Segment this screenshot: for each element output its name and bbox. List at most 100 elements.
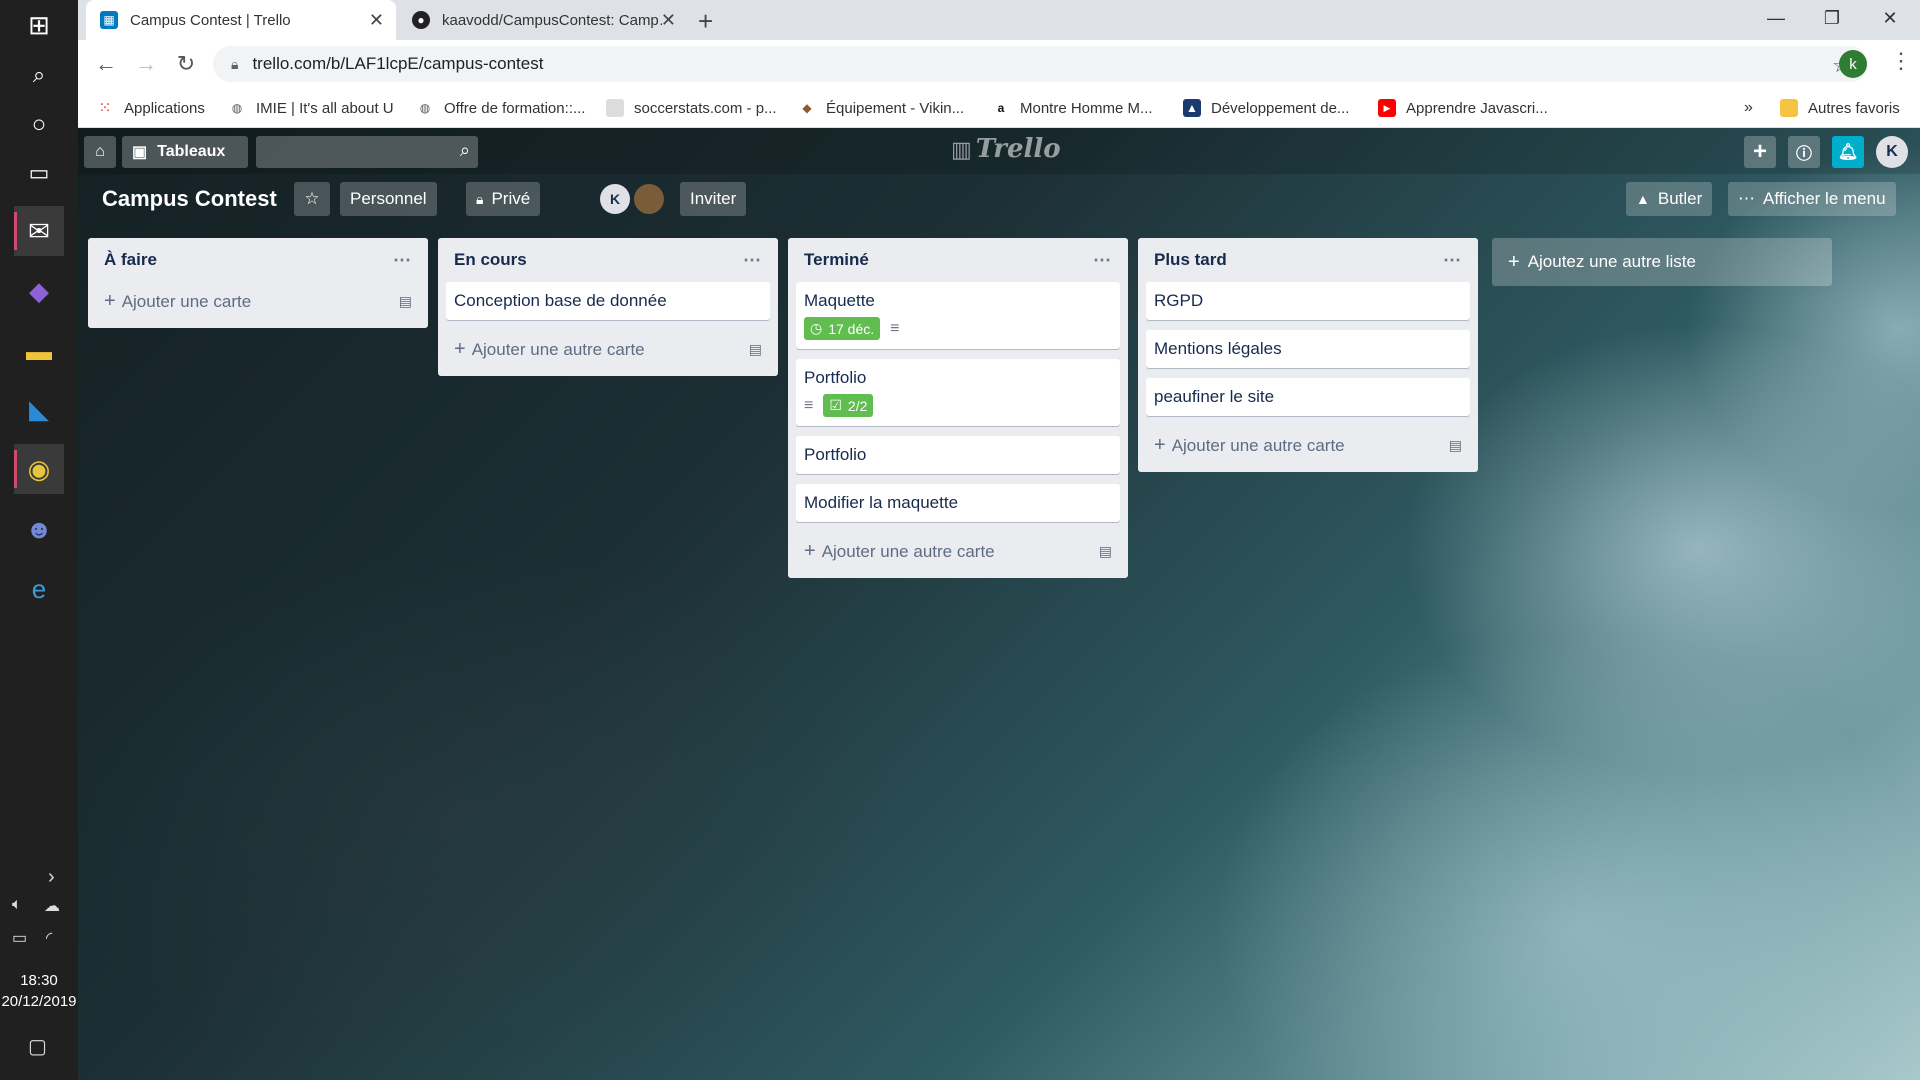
add-card-button[interactable]: + Ajouter une autre carte ▤ [446,330,770,368]
profile-avatar[interactable]: k [1839,50,1867,78]
close-window-icon[interactable]: ✕ [1862,0,1918,36]
board-title[interactable]: Campus Contest [102,186,277,212]
card-template-icon[interactable]: ▤ [399,293,412,310]
list-title[interactable]: Plus tard [1154,250,1227,270]
card[interactable]: peaufiner le site [1146,378,1470,416]
visual-studio-icon[interactable]: ◆ [14,266,64,316]
plus-icon: + [1508,250,1520,273]
chrome-icon[interactable]: ◉ [14,444,64,494]
create-plus-icon[interactable]: + [1744,136,1776,168]
add-card-button[interactable]: + Ajouter une autre carte ▤ [1146,426,1470,464]
add-card-button[interactable]: + Ajouter une carte ▤ [96,282,420,320]
card[interactable]: Conception base de donnée [446,282,770,320]
address-bar[interactable]: 🔒︎ trello.com/b/LAF1lcpE/campus-contest … [213,46,1868,82]
tab-github[interactable]: ● kaavodd/CampusContest: Camp… ✕ [398,0,688,40]
bookmark-montre-homme[interactable]: a Montre Homme M... [992,88,1153,128]
card-template-icon[interactable]: ▤ [749,341,762,358]
minimize-icon[interactable]: — [1748,0,1804,36]
battery-icon[interactable]: ▭ [12,928,27,948]
discord-icon[interactable]: ☻ [14,504,64,554]
user-avatar[interactable]: K [1876,136,1908,168]
card[interactable]: Maquette ◷ 17 déc. ≡ [796,282,1120,349]
list-menu-icon[interactable]: ⋯ [1443,250,1462,271]
boards-button[interactable]: ▣ Tableaux [122,136,248,168]
card[interactable]: Portfolio [796,436,1120,474]
edge-icon[interactable]: e [14,564,64,614]
add-card-button[interactable]: + Ajouter une autre carte ▤ [796,532,1120,570]
trello-logo[interactable]: ▥ Trello [951,134,1061,164]
chrome-menu-icon[interactable]: ⋮ [1890,48,1912,74]
card[interactable]: Modifier la maquette [796,484,1120,522]
info-icon[interactable]: ⓘ [1788,136,1820,168]
onedrive-icon[interactable]: ☁ [44,896,60,916]
list-header[interactable]: Terminé ⋯ [796,238,1120,282]
list-menu-icon[interactable]: ⋯ [393,250,412,271]
list-header[interactable]: Plus tard ⋯ [1146,238,1470,282]
star-board-icon[interactable]: ☆ [294,182,330,216]
task-view-icon[interactable]: ▭ [14,148,64,198]
list-menu-icon[interactable]: ⋯ [1093,250,1112,271]
bookmark-imie[interactable]: ◍ IMIE | It's all about U [228,88,394,128]
notifications-bell-icon[interactable]: 🔔︎ [1832,136,1864,168]
list-menu-icon[interactable]: ⋯ [743,250,762,271]
page-icon [606,99,624,117]
more-dots-icon: ⋯ [1738,189,1755,208]
close-tab-icon[interactable]: ✕ [661,10,676,31]
file-explorer-icon[interactable]: ▬ [14,326,64,376]
bookmark-equipement-viking[interactable]: ◆ Équipement - Vikin... [798,88,964,128]
bookmark-applications[interactable]: ⁙ Applications [96,88,205,128]
tab-trello[interactable]: ▦ Campus Contest | Trello ✕ [86,0,396,40]
list-title[interactable]: À faire [104,250,157,270]
close-tab-icon[interactable]: ✕ [369,10,384,31]
list-title[interactable]: En cours [454,250,527,270]
due-date-badge[interactable]: ◷ 17 déc. [804,317,881,340]
card-template-icon[interactable]: ▤ [1099,543,1112,560]
list-title[interactable]: Terminé [804,250,869,270]
show-hidden-icons-icon[interactable]: › [48,866,55,889]
cortana-icon[interactable]: ○ [14,100,64,150]
windows-icon[interactable]: ⊞ [14,0,64,50]
list-header[interactable]: À faire ⋯ [96,238,420,282]
board-search-input[interactable]: ⌕ [256,136,478,168]
team-personal-button[interactable]: Personnel [340,182,437,216]
card-title: Portfolio [804,445,867,464]
bookmark-apprendre-javascript[interactable]: ▶ Apprendre Javascri... [1378,88,1548,128]
card-badges: ≡ ☑ 2/2 [804,394,1112,417]
bookmark-other-favorites[interactable]: Autres favoris [1780,88,1900,128]
home-icon[interactable]: ⌂ [84,136,116,168]
member-avatar-photo[interactable] [634,184,664,214]
wifi-icon[interactable]: ◜ [46,928,52,948]
bookmark-soccerstats[interactable]: soccerstats.com - p... [606,88,777,128]
reload-icon[interactable]: ↻ [170,48,202,80]
bookmarks-overflow-icon[interactable]: » [1744,88,1753,128]
search-icon[interactable]: ⌕ [14,50,64,100]
search-icon: ⌕ [459,140,470,160]
clock-date[interactable]: 20/12/2019 [0,991,78,1012]
visibility-private-button[interactable]: 🔒︎ Privé [466,182,541,216]
restore-icon[interactable]: ❐ [1804,0,1860,36]
card[interactable]: Mentions légales [1146,330,1470,368]
new-tab-icon[interactable]: + [698,6,713,37]
back-icon[interactable]: ← [90,48,122,80]
lock-icon: 🔒︎ [231,55,239,72]
list-header[interactable]: En cours ⋯ [446,238,770,282]
action-center-icon[interactable]: ▢ [28,1034,47,1059]
bookmark-developpement[interactable]: ▲ Développement de... [1183,88,1349,128]
checklist-icon: ☑ [829,397,842,413]
invite-button[interactable]: Inviter [680,182,747,216]
forward-icon[interactable]: → [130,48,162,80]
member-avatar[interactable]: K [600,184,630,214]
card-template-icon[interactable]: ▤ [1449,437,1462,454]
add-list-button[interactable]: + Ajoutez une autre liste [1492,238,1832,286]
card[interactable]: Portfolio ≡ ☑ 2/2 [796,359,1120,426]
mail-icon[interactable]: ✉ [14,206,64,256]
card[interactable]: RGPD [1146,282,1470,320]
show-menu-button[interactable]: ⋯ Afficher le menu [1728,182,1896,216]
bookmark-offre-formation[interactable]: ◍ Offre de formation::... [416,88,586,128]
vscode-icon[interactable]: ◣ [14,384,64,434]
globe-icon: ◍ [419,101,431,115]
clock-time[interactable]: 18:30 [0,970,78,991]
butler-button[interactable]: ▲ Butler [1626,182,1713,216]
checklist-badge: ☑ 2/2 [823,394,874,417]
volume-icon[interactable]: 🔈︎ [12,896,22,914]
